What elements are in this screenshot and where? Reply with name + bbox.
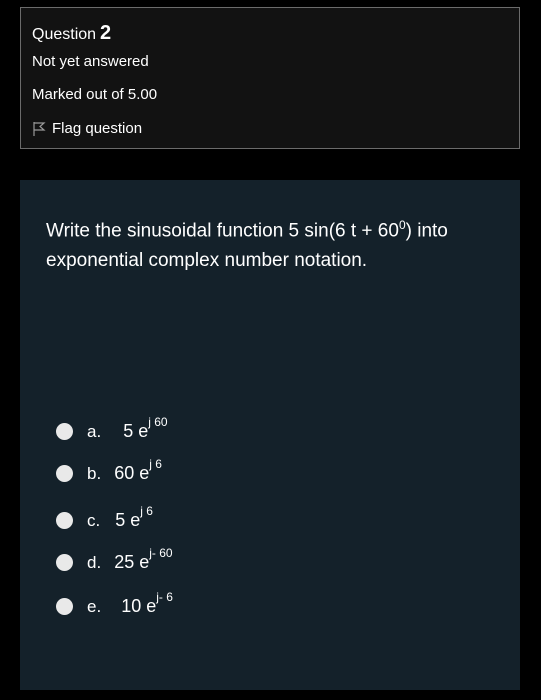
option-value: 10 ej- 6	[121, 590, 173, 616]
option-value: 5 ej 60	[123, 415, 168, 441]
answer-status: Not yet answered	[32, 53, 149, 70]
option-letter: c.	[87, 510, 101, 530]
flag-question-button[interactable]: Flag question	[32, 120, 142, 137]
option-value: 5 ej 6	[115, 504, 153, 530]
question-content-panel: Write the sinusoidal function 5 sin(6 t …	[20, 180, 520, 690]
question-text: Write the sinusoidal function 5 sin(6 t …	[46, 218, 448, 272]
flag-question-label: Flag question	[52, 120, 143, 137]
option-letter: d.	[87, 552, 102, 572]
flag-icon	[33, 121, 46, 136]
answer-option-b[interactable]: b. 60 ej 6	[56, 457, 162, 484]
option-letter: e.	[87, 596, 102, 616]
option-letter: b.	[87, 463, 102, 483]
radio-button[interactable]	[56, 512, 73, 529]
answer-option-c[interactable]: c. 5 ej 6	[56, 504, 153, 531]
radio-button[interactable]	[56, 554, 73, 571]
degree-superscript: 0	[398, 218, 406, 232]
question-info-panel: Question 2 Not yet answered Marked out of…	[20, 7, 520, 149]
question-number: 2	[100, 22, 112, 44]
answer-option-d[interactable]: d. 25 ej- 60	[56, 546, 173, 573]
radio-button[interactable]	[56, 465, 73, 482]
marks-info: Marked out of 5.00	[32, 86, 158, 103]
question-label: Question	[32, 26, 97, 43]
answer-option-e[interactable]: e. 10 ej- 6	[56, 590, 173, 617]
answer-option-a[interactable]: a. 5 ej 60	[56, 415, 168, 442]
option-value: 60 ej 6	[114, 457, 162, 483]
radio-button[interactable]	[56, 423, 73, 440]
option-letter: a.	[87, 421, 102, 441]
question-heading: Question 2	[32, 22, 111, 45]
radio-button[interactable]	[56, 598, 73, 615]
option-value: 25 ej- 60	[114, 546, 173, 572]
